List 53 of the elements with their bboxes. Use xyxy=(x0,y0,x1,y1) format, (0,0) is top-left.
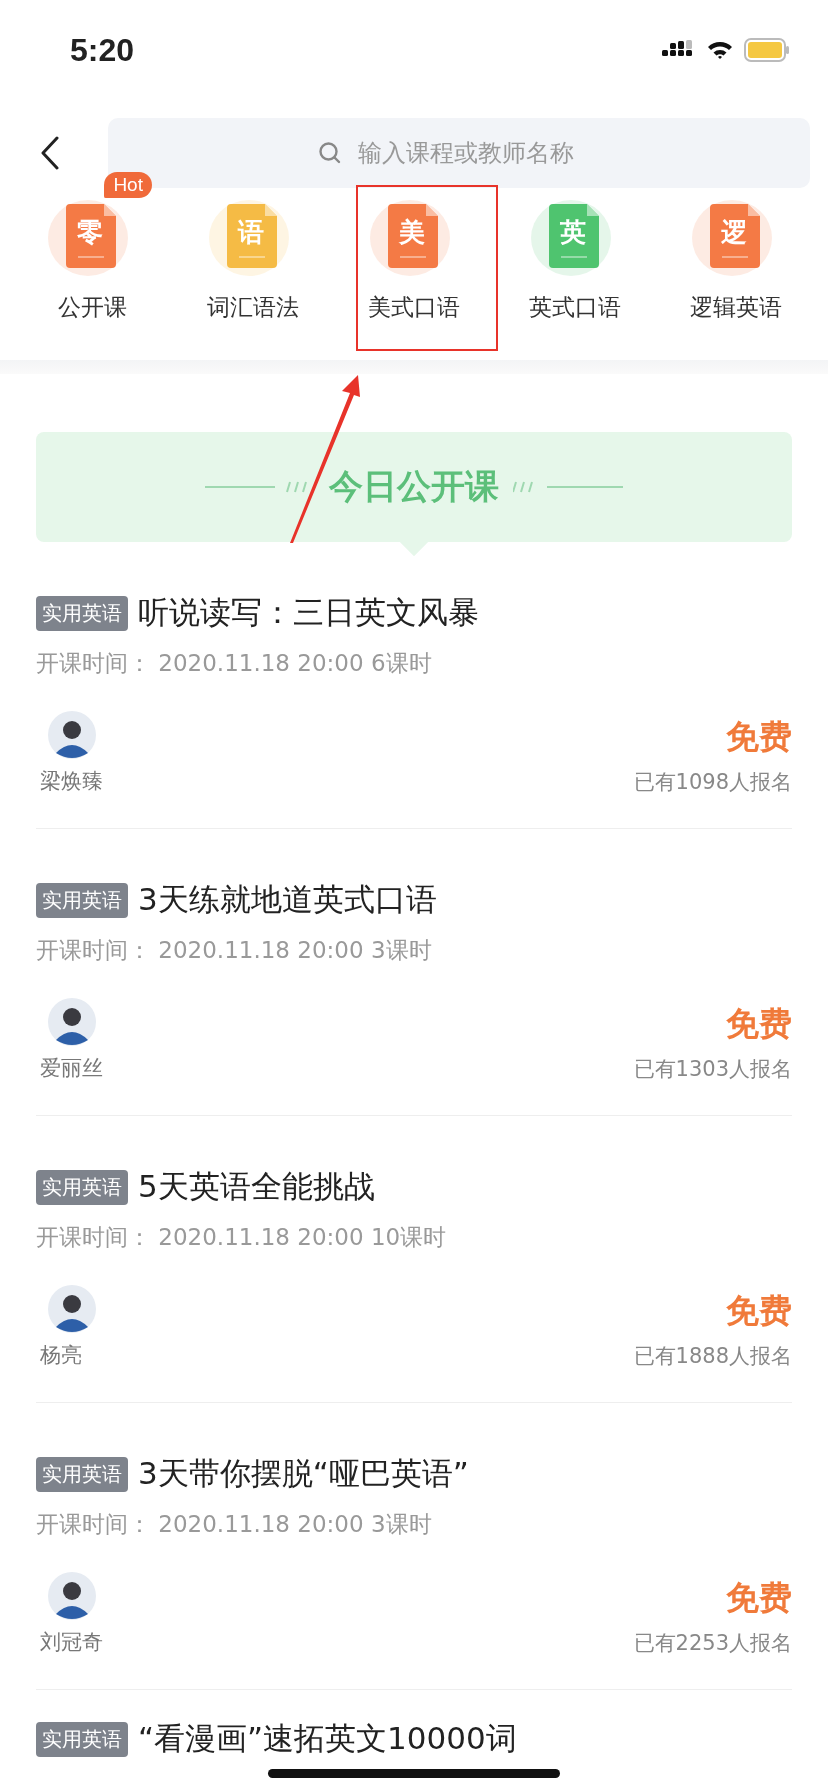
course-time: 开课时间： 2020.11.18 20:00 6课时 xyxy=(36,649,433,678)
category-label[interactable]: 词汇语法 xyxy=(207,292,300,323)
category-label[interactable]: 美式口语 xyxy=(368,292,460,323)
avatar xyxy=(48,1285,96,1333)
course-title[interactable]: 3天带你摆脱“哑巴英语” xyxy=(138,1453,469,1495)
category-label[interactable]: 公开课 xyxy=(57,292,127,323)
back-icon[interactable] xyxy=(40,136,60,170)
search-field[interactable]: 输入课程或教师名称 xyxy=(356,138,600,168)
course-price: 免费 xyxy=(726,716,792,758)
category-icon[interactable] xyxy=(227,204,278,268)
enrolled-count: 已有1303人报名 xyxy=(633,1056,792,1083)
course-price: 免费 xyxy=(726,1290,792,1332)
enrolled-count: 已有1098人报名 xyxy=(633,769,792,796)
search-icon xyxy=(318,141,342,165)
course-title[interactable]: “看漫画”速拓英文10000词 xyxy=(138,1718,517,1760)
teacher-name: 刘冠奇 xyxy=(40,1629,103,1656)
enrolled-count: 已有1888人报名 xyxy=(633,1343,792,1370)
course-tag: 实用英语 xyxy=(36,1456,128,1492)
wifi-icon xyxy=(706,40,734,60)
course-price: 免费 xyxy=(726,1577,792,1619)
category-label[interactable]: 逻辑英语 xyxy=(689,292,782,323)
hot-badge: Hot xyxy=(104,172,152,198)
course-time: 开课时间： 2020.11.18 20:00 3课时 xyxy=(36,936,433,965)
teacher-name: 爱丽丝 xyxy=(40,1055,103,1082)
category-glyph: 美 xyxy=(399,218,425,246)
enrolled-count: 已有2253人报名 xyxy=(633,1630,792,1657)
category-label[interactable]: 英式口语 xyxy=(528,292,621,323)
course-title[interactable]: 3天练就地道英式口语 xyxy=(138,879,437,921)
category-glyph: 英 xyxy=(559,218,586,246)
battery-icon xyxy=(744,38,790,62)
teacher-name: 梁焕臻 xyxy=(40,768,103,795)
avatar xyxy=(48,1572,96,1620)
course-time: 开课时间： 2020.11.18 20:00 10课时 xyxy=(36,1223,448,1252)
banner-title: 今日公开课 xyxy=(329,465,499,508)
category-icon[interactable] xyxy=(709,204,760,268)
course-price: 免费 xyxy=(726,1003,792,1045)
avatar xyxy=(48,711,96,759)
course-tag: 实用英语 xyxy=(36,882,128,918)
category-icon[interactable] xyxy=(388,204,438,268)
course-tag: 实用英语 xyxy=(36,1169,128,1205)
category-icon[interactable] xyxy=(66,204,117,268)
avatar xyxy=(48,998,96,1046)
category-glyph: 逻 xyxy=(720,218,747,246)
category-icon[interactable] xyxy=(548,204,599,268)
course-tag: 实用英语 xyxy=(36,1721,128,1757)
category-glyph: 零 xyxy=(77,218,104,246)
teacher-name: 杨亮 xyxy=(40,1342,82,1369)
status-time: 5:20 xyxy=(70,31,135,69)
course-title[interactable]: 5天英语全能挑战 xyxy=(138,1166,375,1208)
course-tag: 实用英语 xyxy=(36,595,128,631)
course-time: 开课时间： 2020.11.18 20:00 3课时 xyxy=(36,1510,433,1539)
course-title[interactable]: 听说读写：三日英文风暴 xyxy=(138,592,479,634)
category-glyph: 语 xyxy=(238,218,265,246)
